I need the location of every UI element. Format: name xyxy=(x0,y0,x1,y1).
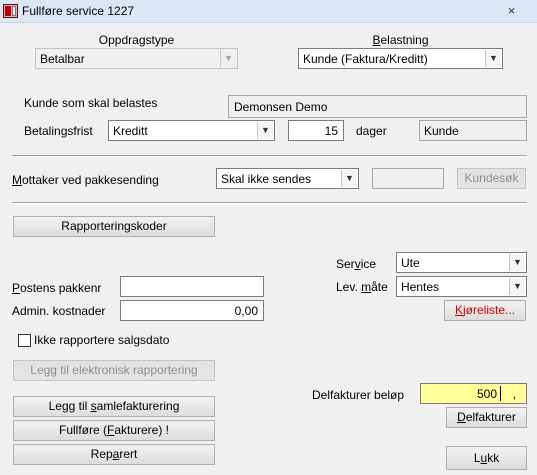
days-unit-label: dager xyxy=(356,124,387,138)
chevron-down-icon: ▼ xyxy=(257,122,273,139)
reparert-button[interactable]: Reparert xyxy=(13,444,215,465)
mottaker-value: Skal ikke sendes xyxy=(221,172,312,186)
betalingsfrist-select[interactable]: Kreditt ▼ xyxy=(108,120,275,141)
chevron-down-icon: ▼ xyxy=(485,50,501,67)
app-logo-icon xyxy=(3,4,18,18)
oppdragstype-label: Oppdragstype xyxy=(98,33,175,47)
belastning-value: Kunde (Faktura/Kreditt) xyxy=(303,52,428,66)
delfakturer-button[interactable]: Delfakturer xyxy=(446,407,527,428)
oppdragstype-select[interactable]: Betalbar ▼ xyxy=(35,48,238,69)
delfakturer-belop-label: Delfakturer beløp xyxy=(312,388,405,402)
betalingsfrist-basis-field: Kunde xyxy=(419,120,527,141)
belastning-select[interactable]: Kunde (Faktura/Kreditt) ▼ xyxy=(298,48,503,69)
lev-mate-select[interactable]: Hentes ▼ xyxy=(396,276,527,297)
lev-mate-label: Lev. måte xyxy=(336,280,388,294)
kundesok-button[interactable]: Kundesøk xyxy=(457,168,526,189)
delfakturer-belop-input[interactable]: 500 , xyxy=(420,383,527,404)
ikke-rapportere-label: Ikke rapportere salgsdato xyxy=(34,333,170,347)
oppdragstype-value: Betalbar xyxy=(40,52,85,66)
postens-pakkenr-input[interactable] xyxy=(120,276,264,297)
admin-kostnader-label: Admin. kostnader xyxy=(12,304,106,318)
mottaker-label: Mottaker ved pakkesending xyxy=(12,173,159,187)
kunde-label: Kunde som skal belastes xyxy=(24,96,158,110)
text-cursor xyxy=(500,386,501,401)
betalingsfrist-value: Kreditt xyxy=(113,124,148,138)
ikke-rapportere-checkbox[interactable] xyxy=(18,334,31,347)
chevron-down-icon: ▼ xyxy=(509,278,525,295)
kjoreliste-button[interactable]: Kjøreliste... xyxy=(444,300,526,321)
service-label: Service xyxy=(336,257,377,271)
kunde-field: Demonsen Demo xyxy=(228,95,527,118)
chevron-down-icon: ▼ xyxy=(341,170,357,187)
divider xyxy=(12,202,527,204)
samlefakturering-button[interactable]: Legg til samlefakturering xyxy=(13,396,215,417)
postens-pakkenr-label: Postens pakkenr xyxy=(12,281,102,295)
fullfore-button[interactable]: Fullføre (Fakturere) ! xyxy=(13,420,215,441)
divider xyxy=(12,155,527,157)
lev-mate-value: Hentes xyxy=(401,280,440,294)
chevron-down-icon: ▼ xyxy=(220,50,236,67)
mottaker-extra-field xyxy=(372,168,444,189)
title-bar: Fullføre service 1227 × xyxy=(0,0,537,23)
legg-til-elektronisk-button[interactable]: Legg til elektronisk rapportering xyxy=(13,360,215,381)
betalingsfrist-days-input[interactable]: 15 xyxy=(288,120,344,141)
mottaker-select[interactable]: Skal ikke sendes ▼ xyxy=(216,168,359,189)
close-icon: × xyxy=(507,3,516,18)
service-select[interactable]: Ute ▼ xyxy=(396,252,527,273)
betalingsfrist-label: Betalingsfrist xyxy=(24,124,93,138)
lukk-button[interactable]: Lukk xyxy=(446,446,527,470)
chevron-down-icon: ▼ xyxy=(509,254,525,271)
close-button[interactable]: × xyxy=(490,1,533,20)
window-title: Fullføre service 1227 xyxy=(22,4,135,18)
admin-kostnader-input[interactable]: 0,00 xyxy=(120,300,264,321)
rapporteringskoder-button[interactable]: Rapporteringskoder xyxy=(13,216,215,237)
belastning-label: Belastning xyxy=(372,33,429,47)
service-value: Ute xyxy=(401,256,420,270)
